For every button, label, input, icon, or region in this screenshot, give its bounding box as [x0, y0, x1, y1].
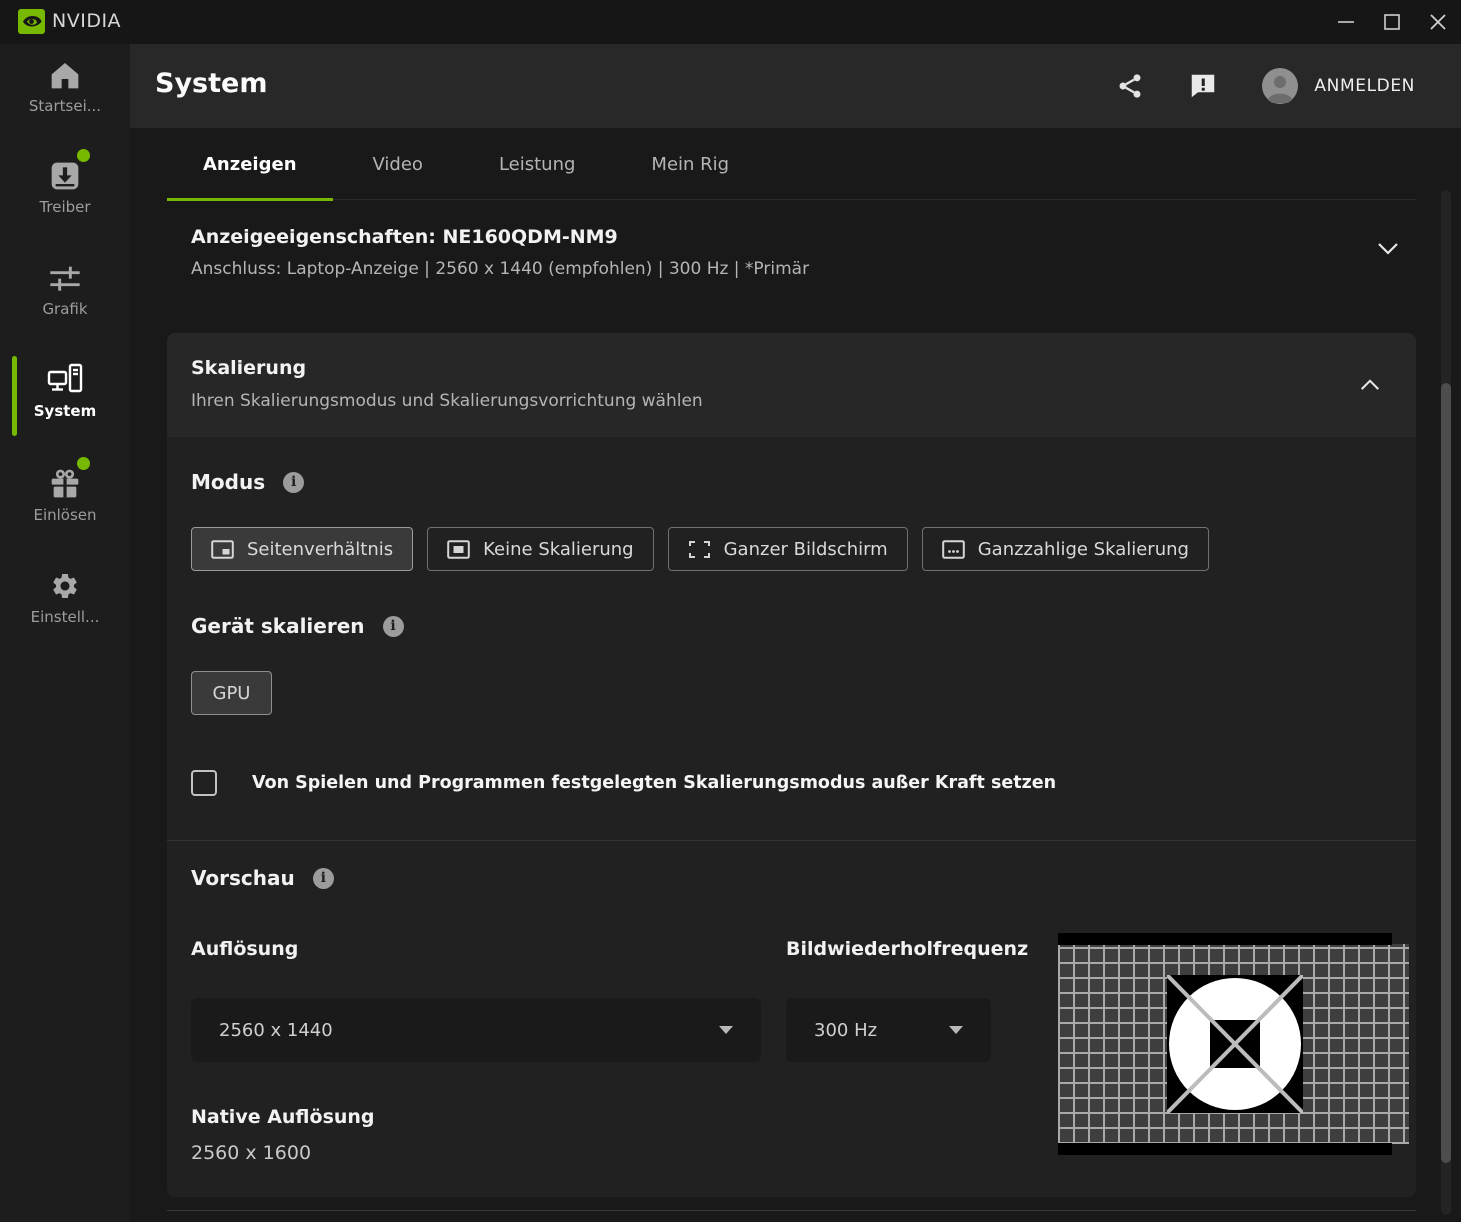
refresh-rate-label: Bildwiederholfrequenz	[786, 938, 1029, 960]
info-icon[interactable]: i	[283, 471, 305, 493]
close-button[interactable]	[1415, 0, 1461, 44]
mode-options: Seitenverhältnis Keine Skalierung Ganzer…	[191, 527, 1209, 571]
sliders-icon	[49, 259, 81, 293]
scaling-title: Skalierung	[191, 357, 307, 379]
sidebar-item-redeem[interactable]: Einlösen	[0, 457, 130, 524]
scaling-subtitle: Ihren Skalierungsmodus und Skalierungsvo…	[191, 391, 703, 411]
no-scaling-icon	[447, 539, 470, 559]
tab-mein-rig[interactable]: Mein Rig	[615, 128, 765, 200]
resolution-label: Auflösung	[191, 938, 299, 960]
scaling-preview-image	[1058, 933, 1410, 1155]
info-icon[interactable]: i	[382, 615, 404, 637]
device-section-label: Gerät skalieren i	[191, 614, 404, 638]
avatar-icon	[1262, 68, 1299, 104]
integer-scaling-icon	[941, 539, 965, 559]
app-title: NVIDIA	[52, 10, 122, 32]
override-row: Von Spielen und Programmen festgelegten …	[191, 770, 1056, 796]
override-label: Von Spielen und Programmen festgelegten …	[252, 773, 1057, 793]
preview-section-label: Vorschau i	[191, 866, 334, 890]
titlebar: NVIDIA	[0, 0, 1461, 44]
gift-icon	[49, 457, 90, 499]
scaling-card: Skalierung Ihren Skalierungsmodus und Sk…	[167, 333, 1416, 1197]
tab-bar: Anzeigen Video Leistung Mein Rig	[167, 128, 1416, 201]
mode-button-label: Ganzer Bildschirm	[723, 538, 888, 560]
display-properties-title: Anzeigeeigenschaften: NE160QDM-NM9	[191, 226, 618, 248]
tab-leistung[interactable]: Leistung	[463, 128, 611, 200]
test-pattern-icon	[1167, 975, 1303, 1113]
page-title: System	[155, 68, 268, 99]
native-resolution-label: Native Auflösung	[191, 1106, 375, 1128]
maximize-button[interactable]	[1369, 0, 1415, 44]
gear-icon	[49, 567, 81, 601]
sidebar-item-label: Einstell...	[30, 608, 100, 626]
minimize-button[interactable]	[1323, 0, 1369, 44]
computer-icon	[47, 361, 83, 395]
scaling-card-header[interactable]: Skalierung Ihren Skalierungsmodus und Sk…	[167, 333, 1416, 437]
preview-label: Vorschau	[191, 866, 295, 890]
device-label: Gerät skalieren	[191, 614, 365, 638]
sidebar: Startsei... Treiber Grafik System Einlös…	[0, 44, 130, 1222]
mode-section-label: Modus i	[191, 470, 305, 494]
tab-video[interactable]: Video	[337, 128, 459, 200]
mode-button-label: Keine Skalierung	[483, 538, 634, 560]
signin-area[interactable]: ANMELDEN	[1262, 68, 1415, 104]
refresh-rate-dropdown[interactable]: 300 Hz	[786, 998, 991, 1062]
display-properties: Anzeigeeigenschaften: NE160QDM-NM9 Ansch…	[191, 226, 809, 279]
sidebar-item-label: Startsei...	[28, 97, 102, 115]
caret-down-icon	[949, 1026, 963, 1034]
chevron-down-icon[interactable]	[1375, 241, 1401, 257]
sidebar-item-label: Einlösen	[33, 506, 97, 524]
fullscreen-icon	[688, 540, 711, 559]
scrollbar-thumb[interactable]	[1441, 383, 1451, 1163]
chevron-up-icon[interactable]	[1358, 377, 1382, 392]
gpu-button[interactable]: GPU	[191, 671, 272, 715]
aspect-ratio-icon	[211, 539, 234, 559]
sidebar-item-settings[interactable]: Einstell...	[0, 567, 130, 626]
content-area: Anzeigen Video Leistung Mein Rig Anzeige…	[130, 128, 1461, 1222]
override-checkbox[interactable]	[191, 770, 217, 796]
mode-no-scaling-button[interactable]: Keine Skalierung	[427, 527, 654, 571]
info-icon[interactable]: i	[312, 867, 334, 889]
caret-down-icon	[719, 1026, 733, 1034]
refresh-rate-value: 300 Hz	[814, 1019, 878, 1041]
mode-integer-scaling-button[interactable]: Ganzzahlige Skalierung	[921, 527, 1209, 571]
mode-button-label: Ganzzahlige Skalierung	[977, 538, 1189, 560]
mode-fullscreen-button[interactable]: Ganzer Bildschirm	[667, 527, 908, 571]
mode-aspect-ratio-button[interactable]: Seitenverhältnis	[191, 527, 414, 571]
sidebar-item-system[interactable]: System	[0, 356, 130, 436]
sidebar-item-driver[interactable]: Treiber	[0, 149, 130, 216]
native-resolution-value: 2560 x 1600	[191, 1142, 312, 1164]
nvidia-logo-icon	[18, 9, 45, 34]
driver-download-icon	[49, 149, 90, 191]
resolution-value: 2560 x 1440	[219, 1019, 333, 1041]
display-properties-subtitle: Anschluss: Laptop-Anzeige | 2560 x 1440 …	[191, 259, 810, 279]
resolution-dropdown[interactable]: 2560 x 1440	[191, 998, 761, 1062]
share-icon[interactable]	[1116, 72, 1144, 100]
page-header: System ANMELDEN	[130, 44, 1461, 128]
mode-label: Modus	[191, 470, 266, 494]
mode-button-label: Seitenverhältnis	[247, 538, 394, 560]
feedback-icon[interactable]	[1188, 71, 1218, 101]
scrollbar-track[interactable]	[1441, 190, 1451, 1215]
redeem-badge	[77, 457, 90, 470]
signin-label: ANMELDEN	[1314, 76, 1415, 96]
active-indicator	[12, 356, 17, 436]
home-icon	[49, 56, 81, 90]
letterbox-bar-top	[1058, 933, 1392, 945]
sidebar-item-label: Grafik	[42, 300, 88, 318]
sidebar-item-label: System	[33, 402, 97, 420]
sidebar-item-graphics[interactable]: Grafik	[0, 259, 130, 318]
letterbox-bar-bottom	[1058, 1143, 1392, 1155]
section-divider	[167, 840, 1416, 841]
next-section-divider	[167, 1210, 1416, 1211]
tab-anzeigen[interactable]: Anzeigen	[167, 128, 333, 201]
sidebar-item-label: Treiber	[39, 198, 91, 216]
update-badge	[77, 149, 90, 162]
sidebar-item-home[interactable]: Startsei...	[0, 56, 130, 115]
